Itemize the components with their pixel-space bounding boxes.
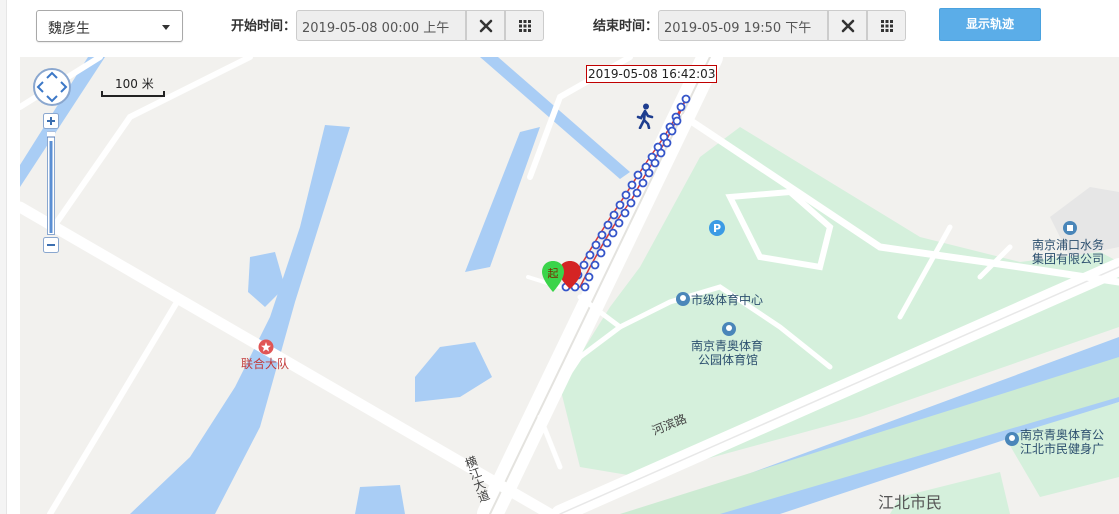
poi-label-sports-center[interactable]: 市级体育中心 xyxy=(691,293,763,307)
grid-icon xyxy=(881,20,893,32)
star-poi-icon[interactable] xyxy=(258,339,274,355)
zoom-in-button[interactable] xyxy=(43,113,59,129)
start-time-clear-button[interactable] xyxy=(466,10,505,41)
water-pond-2 xyxy=(465,127,540,272)
close-icon xyxy=(841,19,855,33)
sports-poi-icon[interactable] xyxy=(676,292,690,306)
walker-icon[interactable] xyxy=(635,103,655,129)
area-label-jiangbei: 江北市民 xyxy=(878,493,943,512)
chevron-down-icon xyxy=(162,25,170,30)
start-time-picker-button[interactable] xyxy=(505,10,544,41)
poi-label-olympic-park-2[interactable]: 公园体育馆 xyxy=(698,353,758,367)
grid-icon xyxy=(519,20,531,32)
track-timestamp-label: 2019-05-08 16:42:03 xyxy=(586,65,718,83)
scale-bar-line xyxy=(101,91,165,97)
map-scale-bar: 100 米 xyxy=(101,75,165,97)
map-pan-control[interactable] xyxy=(32,67,72,107)
end-time-input[interactable]: 2019-05-09 19:50 下午 xyxy=(658,10,828,41)
water-pond-4 xyxy=(355,485,405,514)
poi-label-fitness-1[interactable]: 南京青奥体育公 xyxy=(1020,428,1104,442)
fitness-poi-icon[interactable] xyxy=(1005,432,1019,446)
start-time-input[interactable]: 2019-05-08 00:00 上午 xyxy=(296,10,466,41)
end-time-clear-button[interactable] xyxy=(828,10,867,41)
page-left-rule xyxy=(0,0,7,514)
start-pin-label: 起 xyxy=(548,267,559,280)
zoom-slider-track xyxy=(43,130,59,235)
zoom-slider[interactable] xyxy=(43,130,59,235)
person-select-value: 魏彦生 xyxy=(48,21,90,37)
poi-label-unit[interactable]: 联合大队 xyxy=(241,357,289,371)
water-river-west xyxy=(130,125,350,514)
scale-label: 100 米 xyxy=(115,77,154,91)
poi-label-water-1[interactable]: 南京浦口水务 xyxy=(1032,238,1104,252)
show-track-button[interactable]: 显示轨迹 xyxy=(939,8,1041,41)
stadium-poi-icon[interactable] xyxy=(722,322,736,336)
minus-icon xyxy=(43,237,59,253)
road-park-inner-3 xyxy=(537,414,563,470)
zoom-out-button[interactable] xyxy=(43,237,59,253)
company-poi-icon[interactable] xyxy=(1063,221,1077,235)
parking-icon[interactable]: P xyxy=(709,220,725,236)
road-small-3 xyxy=(47,294,183,514)
water-pond-3 xyxy=(415,342,492,402)
start-time-label: 开始时间： xyxy=(231,19,297,34)
start-pin-icon[interactable]: 起 xyxy=(540,260,566,294)
map-canvas[interactable]: 100 米 2019-05-08 16:42:03 P 起 联合大队 市级体育中… xyxy=(20,57,1119,514)
end-time-picker-button[interactable] xyxy=(867,10,906,41)
poi-label-fitness-2[interactable]: 江北市民健身广 xyxy=(1020,442,1104,456)
poi-label-olympic-park-1[interactable]: 南京青奥体育 xyxy=(691,339,763,353)
close-icon xyxy=(479,19,493,33)
end-time-label: 结束时间： xyxy=(593,19,659,34)
plus-icon xyxy=(43,113,59,129)
parking-letter: P xyxy=(713,222,721,235)
pan-arrows-icon xyxy=(33,68,71,106)
person-select[interactable]: 魏彦生 xyxy=(36,10,183,42)
poi-label-water-2[interactable]: 集团有限公司 xyxy=(1032,252,1104,266)
